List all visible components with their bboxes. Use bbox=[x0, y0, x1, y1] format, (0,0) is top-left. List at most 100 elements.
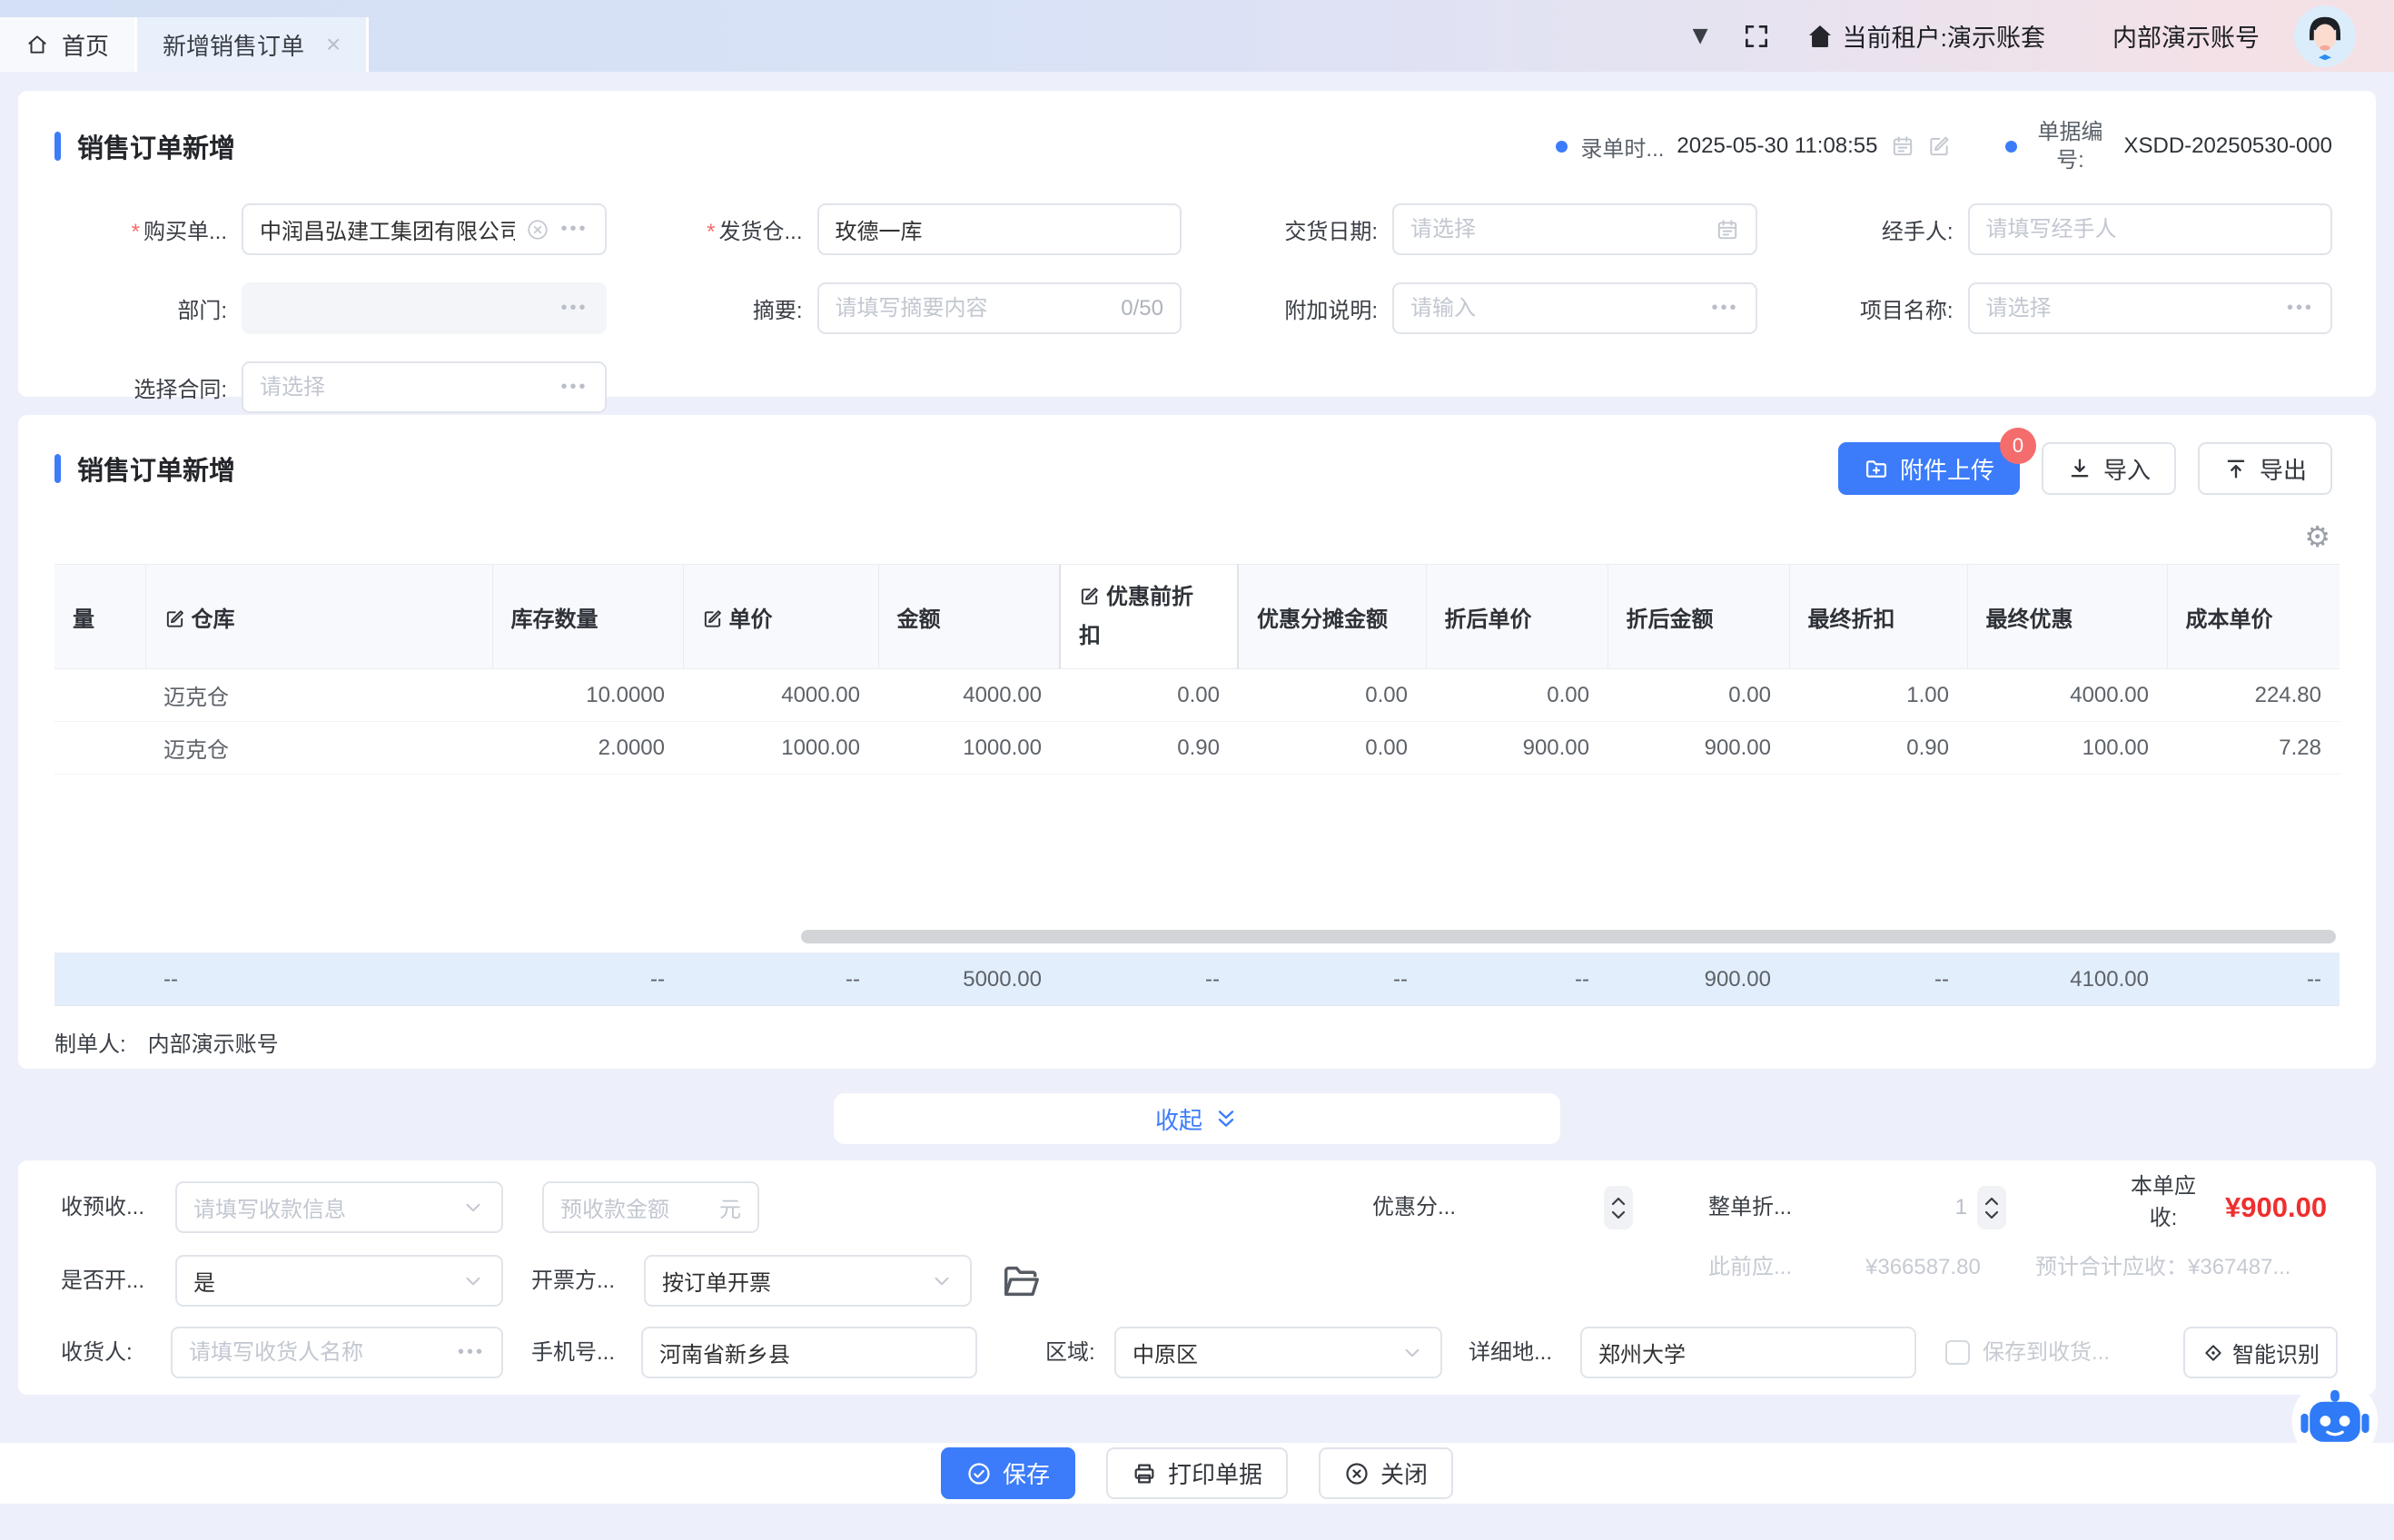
project-input-field[interactable] bbox=[1986, 296, 2276, 321]
tenant-switcher[interactable]: 当前租户:演示账套 bbox=[1805, 18, 2045, 54]
doc-number-value: XSDD-20250530-000 bbox=[2124, 133, 2333, 159]
horizontal-scrollbar[interactable] bbox=[801, 930, 2336, 943]
invoice-method-select[interactable]: 按订单开票 bbox=[644, 1255, 972, 1307]
char-counter: 0/50 bbox=[1121, 296, 1163, 321]
table-cell: 4000.00 bbox=[683, 669, 878, 722]
buyer-input-field[interactable] bbox=[260, 217, 515, 242]
delivery-date-input[interactable] bbox=[1392, 203, 1757, 255]
more-icon[interactable]: ••• bbox=[458, 1342, 485, 1363]
column-header-discount-share[interactable]: 优惠分摊金额 bbox=[1238, 565, 1426, 669]
address-input[interactable] bbox=[1580, 1327, 1916, 1378]
receipt-select[interactable]: 请填写收款信息 bbox=[175, 1181, 503, 1233]
receipt-label: 收预收... bbox=[61, 1181, 144, 1233]
maker-line: 制单人: 内部演示账号 bbox=[18, 1006, 2376, 1058]
assistant-robot[interactable] bbox=[2290, 1377, 2379, 1466]
more-icon[interactable]: ••• bbox=[2287, 298, 2314, 319]
column-header-stock-qty[interactable]: 库存数量 bbox=[492, 565, 683, 669]
summary-row: ------5000.00------900.00--4100.00-- bbox=[54, 953, 2340, 1006]
project-input[interactable]: ••• bbox=[1968, 282, 2333, 334]
record-time-label: 录单时... bbox=[1580, 131, 1664, 163]
column-header-final-discount[interactable]: 最终折扣 bbox=[1789, 565, 1967, 669]
clear-icon[interactable] bbox=[526, 218, 549, 242]
previous-due-value: ¥366587.80 bbox=[1865, 1251, 1981, 1284]
column-header-warehouse[interactable]: 仓库 bbox=[145, 565, 492, 669]
more-icon[interactable]: ••• bbox=[560, 219, 588, 240]
smart-recognize-button[interactable]: 智能识别 bbox=[2183, 1327, 2338, 1378]
order-items-card: 销售订单新增 附件上传 0 导入 导出 ⚙ bbox=[18, 415, 2376, 1069]
save-address-checkbox[interactable] bbox=[1945, 1340, 1970, 1365]
calendar-icon[interactable] bbox=[1891, 134, 1914, 158]
app-screen: 首页 新增销售订单 × ▼ 当前租户:演示账套 内部演示账号 销售订单新增 bbox=[0, 0, 2394, 1540]
table-row[interactable]: 迈克仓2.00001000.001000.000.900.00900.00900… bbox=[54, 722, 2340, 775]
phone-input[interactable] bbox=[641, 1327, 977, 1378]
more-icon[interactable]: ••• bbox=[560, 298, 588, 319]
close-button[interactable]: 关闭 bbox=[1319, 1447, 1453, 1499]
grid-toolbar: ⚙ bbox=[18, 495, 2376, 564]
table-empty-area bbox=[54, 775, 2340, 953]
doc-number-label: 单据编号: bbox=[2030, 118, 2112, 174]
handler-input-field[interactable] bbox=[1986, 217, 2315, 242]
order-discount-value: 1 bbox=[1913, 1181, 1967, 1233]
discount-share-stepper[interactable] bbox=[1604, 1186, 1633, 1229]
table-cell: 900.00 bbox=[1608, 722, 1789, 775]
contract-input[interactable]: ••• bbox=[242, 361, 607, 413]
contract-input-field[interactable] bbox=[260, 375, 549, 400]
column-header-pre-discount[interactable]: 优惠前折扣 bbox=[1060, 565, 1238, 669]
collapse-toggle[interactable]: 收起 bbox=[834, 1093, 1560, 1144]
column-header-final-benefit[interactable]: 最终优惠 bbox=[1967, 565, 2167, 669]
more-icon[interactable]: ••• bbox=[560, 377, 588, 398]
column-header-cost-price[interactable]: 成本单价 bbox=[2167, 565, 2340, 669]
region-select[interactable]: 中原区 bbox=[1114, 1327, 1442, 1378]
warehouse-input-field[interactable] bbox=[836, 217, 1164, 242]
note-input[interactable]: ••• bbox=[1392, 282, 1757, 334]
invoice-select[interactable]: 是 bbox=[175, 1255, 503, 1307]
table-cell: 1000.00 bbox=[878, 722, 1060, 775]
chevron-down-icon bbox=[461, 1196, 485, 1219]
region-label: 区域: bbox=[1045, 1327, 1095, 1378]
column-settings-icon[interactable]: ⚙ bbox=[2304, 522, 2330, 551]
export-button[interactable]: 导出 bbox=[2198, 442, 2332, 495]
receiver-input[interactable]: ••• bbox=[171, 1327, 503, 1378]
address-input-field[interactable] bbox=[1598, 1340, 1898, 1366]
phone-input-field[interactable] bbox=[659, 1340, 959, 1366]
order-discount-label: 整单折... bbox=[1708, 1181, 1792, 1233]
tab-home[interactable]: 首页 bbox=[0, 17, 134, 72]
warehouse-input[interactable] bbox=[817, 203, 1182, 255]
column-header-discounted-price[interactable]: 折后单价 bbox=[1426, 565, 1608, 669]
discount-share-label: 优惠分... bbox=[1372, 1181, 1456, 1233]
column-header-amount[interactable]: 金额 bbox=[878, 565, 1060, 669]
import-button[interactable]: 导入 bbox=[2042, 442, 2176, 495]
receiver-input-field[interactable] bbox=[189, 1340, 447, 1366]
summary-input-field[interactable] bbox=[836, 296, 1111, 321]
folder-icon[interactable] bbox=[1000, 1260, 1042, 1302]
note-input-field[interactable] bbox=[1410, 296, 1700, 321]
table-row[interactable]: 迈克仓10.00004000.004000.000.000.000.000.00… bbox=[54, 669, 2340, 722]
save-button[interactable]: 保存 bbox=[941, 1447, 1075, 1499]
summary-input[interactable]: 0/50 bbox=[817, 282, 1182, 334]
save-address-label: 保存到收货... bbox=[1983, 1327, 2110, 1378]
x-circle-icon bbox=[1344, 1461, 1370, 1486]
department-input[interactable]: ••• bbox=[242, 282, 607, 334]
chevron-down-icon[interactable]: ▼ bbox=[1693, 25, 1708, 47]
summary-cell: -- bbox=[492, 953, 683, 1006]
attachment-upload-button[interactable]: 附件上传 0 bbox=[1838, 442, 2020, 495]
column-header-qty-partial[interactable]: 量 bbox=[54, 565, 145, 669]
field-note: 附加说明: ••• bbox=[1205, 282, 1757, 334]
calendar-icon[interactable] bbox=[1716, 218, 1739, 242]
avatar[interactable] bbox=[2294, 5, 2356, 67]
buyer-input[interactable]: ••• bbox=[242, 203, 607, 255]
more-icon[interactable]: ••• bbox=[1711, 298, 1738, 319]
edit-icon[interactable] bbox=[1927, 134, 1951, 158]
tab-new-sales-order[interactable]: 新增销售订单 × bbox=[134, 17, 369, 72]
table-cell: 0.00 bbox=[1238, 669, 1426, 722]
fullscreen-icon[interactable] bbox=[1742, 22, 1771, 51]
order-discount-stepper[interactable] bbox=[1977, 1186, 2006, 1229]
print-button[interactable]: 打印单据 bbox=[1106, 1447, 1288, 1499]
delivery-date-field[interactable] bbox=[1410, 217, 1705, 242]
handler-input[interactable] bbox=[1968, 203, 2333, 255]
account-name[interactable]: 内部演示账号 bbox=[2112, 18, 2260, 54]
column-header-discounted-amount[interactable]: 折后金额 bbox=[1608, 565, 1789, 669]
column-header-unit-price[interactable]: 单价 bbox=[683, 565, 878, 669]
tab-close-icon[interactable]: × bbox=[326, 32, 341, 57]
advance-amount-input[interactable]: 预收款金额 元 bbox=[542, 1181, 759, 1233]
